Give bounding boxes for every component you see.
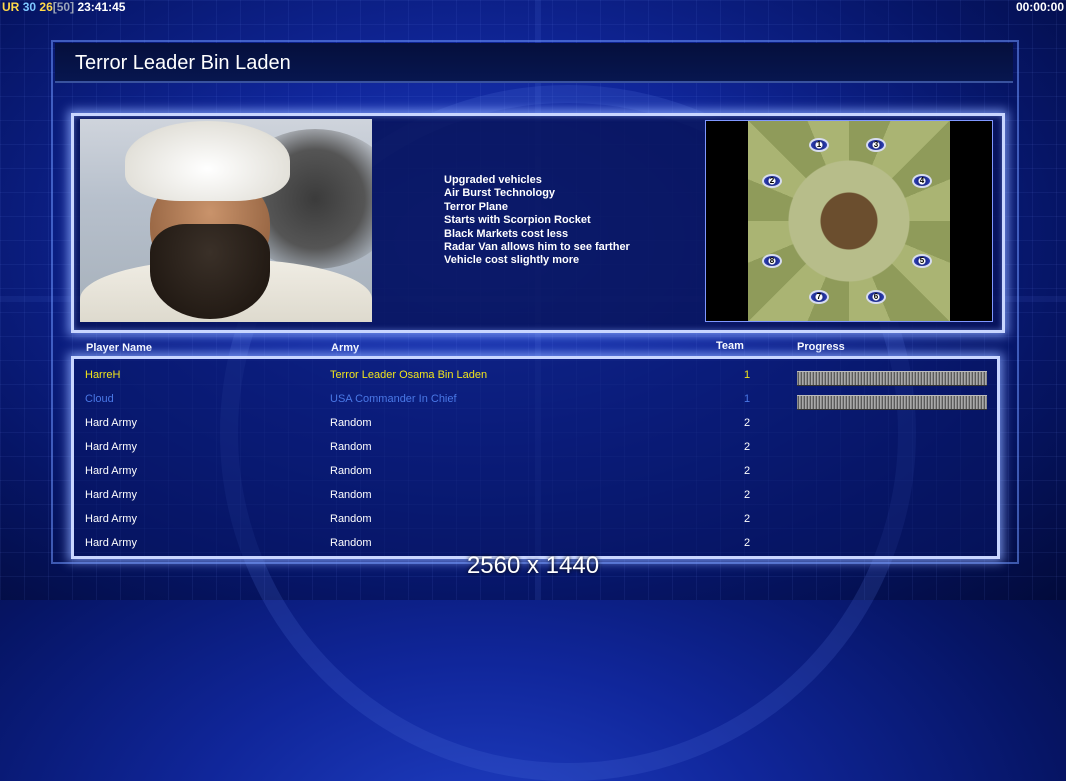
hud-number-c: [50] — [52, 0, 75, 14]
table-row: Hard Army Random 2 — [74, 413, 997, 437]
player-name: Hard Army — [85, 537, 137, 549]
hud-number-b: 26 — [39, 0, 53, 14]
resolution-label: 2560 x 1440 — [466, 552, 600, 579]
start-position-4: 4 — [912, 174, 932, 188]
player-team: 1 — [744, 369, 751, 381]
hud-timer: 00:00:00 — [1015, 0, 1064, 14]
player-team: 2 — [744, 417, 751, 429]
player-name: Hard Army — [85, 465, 137, 477]
player-army: Random — [330, 417, 372, 429]
hud-stats: UR 30 26[50] 23:41:45 — [2, 0, 125, 14]
start-position-6: 6 — [866, 290, 886, 304]
table-row: Hard Army Random 2 — [74, 509, 997, 533]
start-position-5: 5 — [912, 254, 932, 268]
portrait-beard — [150, 224, 270, 319]
table-row: HarreH Terror Leader Osama Bin Laden 1 — [74, 365, 997, 389]
player-army: Random — [330, 513, 372, 525]
general-portrait — [80, 119, 372, 322]
loading-progress-bar — [797, 395, 987, 410]
bonus-item: Upgraded vehicles — [444, 174, 542, 186]
bonus-item: Black Markets cost less — [444, 227, 569, 240]
player-name: Hard Army — [85, 513, 137, 525]
player-army: USA Commander In Chief — [330, 393, 457, 405]
player-team: 2 — [744, 537, 751, 549]
page-title: Terror Leader Bin Laden — [75, 52, 291, 74]
hud-prefix: UR — [2, 0, 20, 14]
column-header-army: Army — [331, 342, 360, 354]
column-header-progress: Progress — [797, 341, 845, 353]
table-row: Hard Army Random 2 — [74, 461, 997, 485]
portrait-turban — [125, 121, 290, 201]
general-info-panel: Upgraded vehicles Air Burst Technology T… — [71, 113, 1005, 333]
start-position-2: 2 — [762, 174, 782, 188]
general-bonus-list: Upgraded vehicles Air Burst Technology T… — [444, 174, 630, 268]
player-team: 2 — [744, 513, 751, 525]
bonus-item: Radar Van allows him to see farther — [444, 241, 630, 254]
bonus-item: Starts with Scorpion Rocket — [444, 214, 591, 227]
title-bar: Terror Leader Bin Laden — [55, 43, 1013, 83]
hud-number-a: 30 — [22, 0, 37, 14]
player-name: Hard Army — [85, 417, 137, 429]
bonus-item: Terror Plane — [444, 200, 508, 213]
minimap-terrain: 1 3 2 4 8 5 7 6 — [748, 121, 950, 321]
column-header-team: Team — [716, 340, 744, 352]
column-header-player-name: Player Name — [86, 342, 153, 354]
player-team: 2 — [744, 465, 751, 477]
minimap: 1 3 2 4 8 5 7 6 — [705, 120, 993, 322]
player-team: 1 — [744, 393, 751, 405]
table-row: Cloud USA Commander In Chief 1 — [74, 389, 997, 413]
player-name: Hard Army — [85, 441, 137, 453]
player-army: Random — [330, 537, 372, 549]
loading-progress-bar — [797, 371, 987, 386]
table-row: Hard Army Random 2 — [74, 485, 997, 509]
player-army: Random — [330, 465, 372, 477]
player-name: Cloud — [85, 393, 114, 405]
player-army: Random — [330, 489, 372, 501]
bonus-item: Air Burst Technology — [444, 187, 556, 200]
start-position-1: 1 — [809, 138, 829, 152]
player-team: 2 — [744, 489, 751, 501]
hud-clock: 23:41:45 — [77, 0, 126, 14]
start-position-7: 7 — [809, 290, 829, 304]
bonus-item: Vehicle cost slightly more — [444, 254, 580, 267]
start-position-8: 8 — [762, 254, 782, 268]
player-army: Terror Leader Osama Bin Laden — [330, 369, 488, 381]
player-name: HarreH — [85, 369, 121, 381]
table-row: Hard Army Random 2 — [74, 437, 997, 461]
player-team: 2 — [744, 441, 751, 453]
player-name: Hard Army — [85, 489, 137, 501]
player-table: HarreH Terror Leader Osama Bin Laden 1 C… — [71, 356, 1000, 559]
player-army: Random — [330, 441, 372, 453]
start-position-3: 3 — [866, 138, 886, 152]
